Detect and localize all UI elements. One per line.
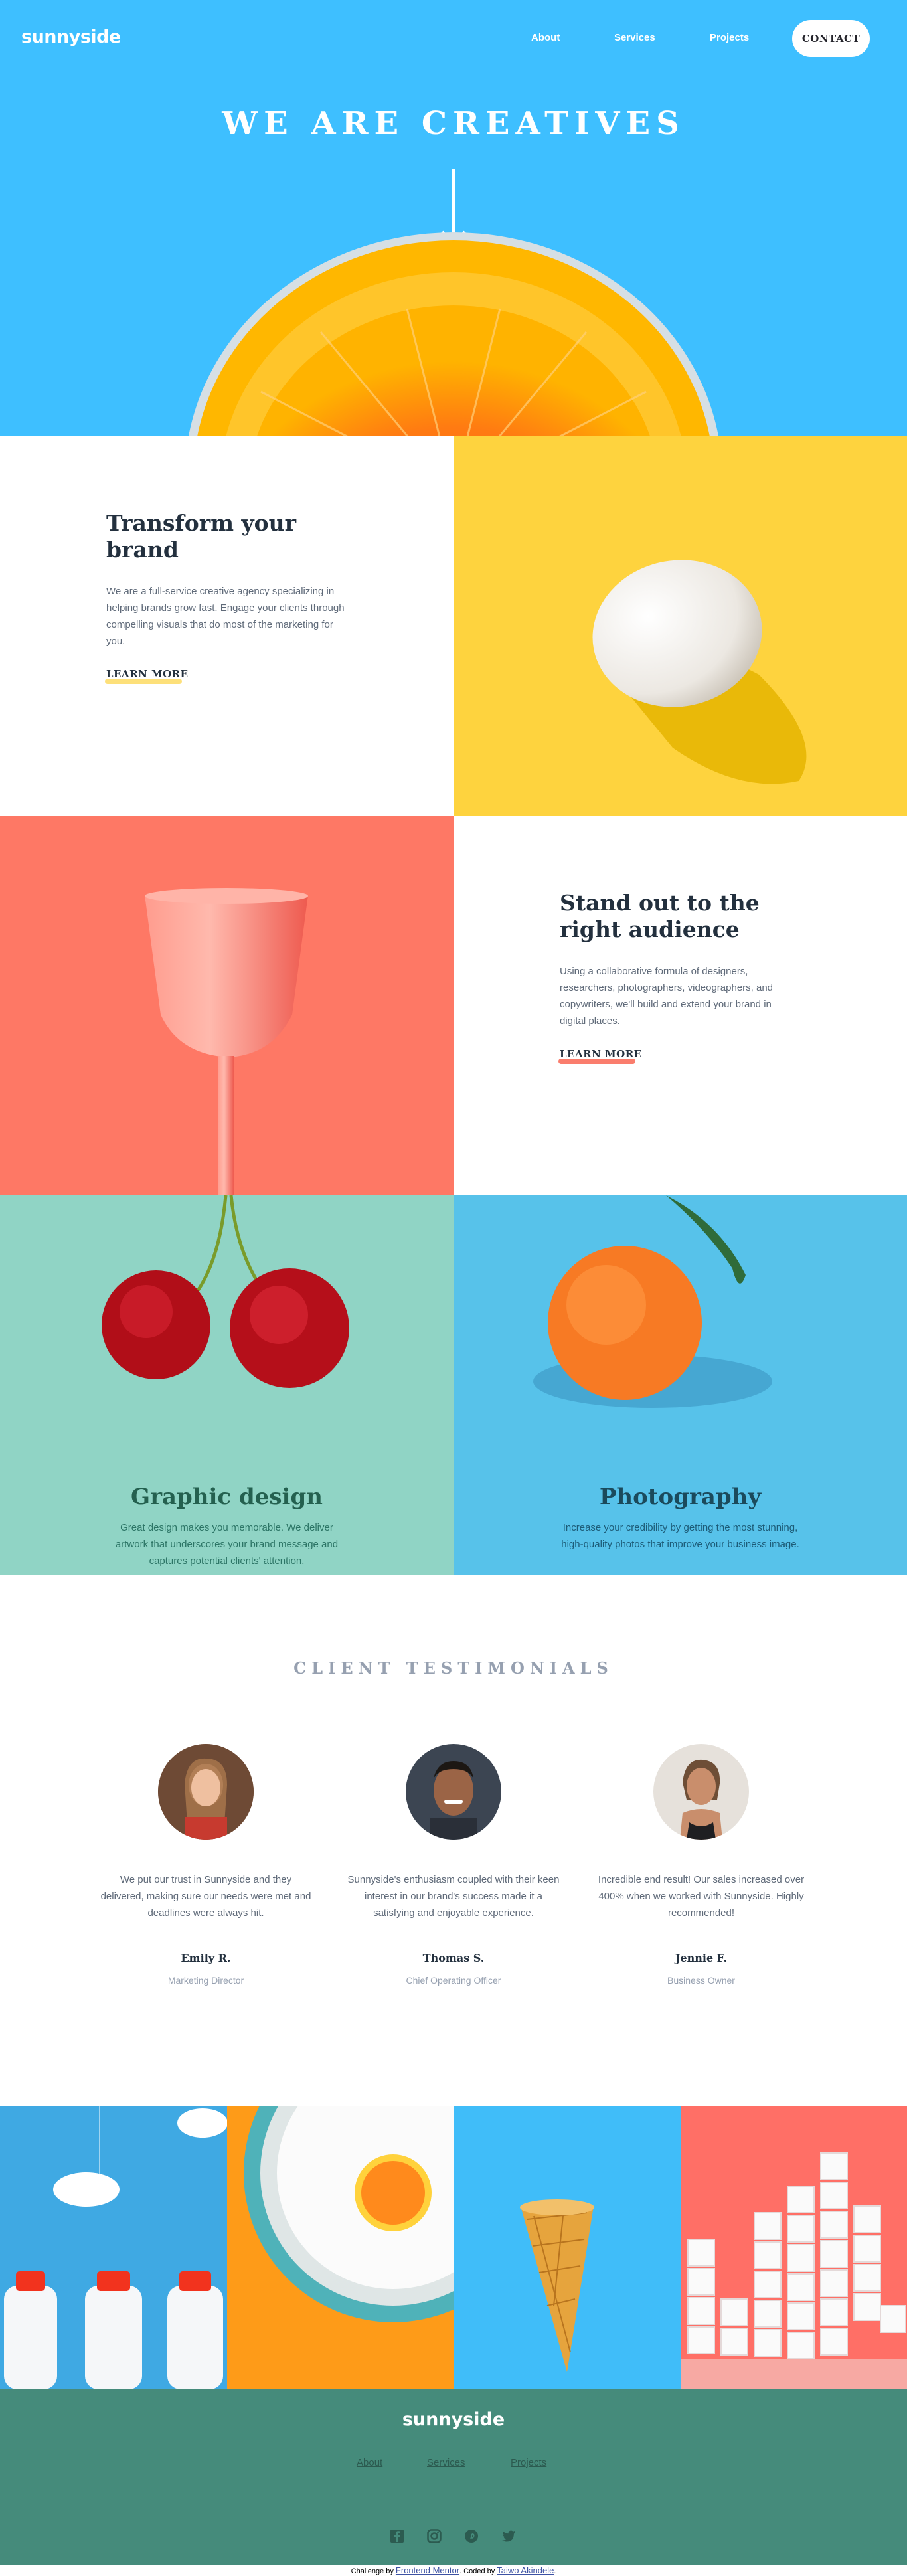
- standout-title: Stand out to the right audience: [560, 890, 760, 942]
- nav-projects-link[interactable]: Projects: [710, 32, 749, 43]
- gallery-milk-bottles-image: [0, 2106, 227, 2389]
- glass-image: [0, 816, 454, 1195]
- cherries-image: [102, 1195, 349, 1388]
- testimonial-name: Emily R.: [181, 1952, 231, 1964]
- testimonial-card: We put our trust in Sunnyside and they d…: [100, 1744, 312, 1986]
- facebook-icon[interactable]: [390, 2529, 404, 2543]
- testimonial-quote: We put our trust in Sunnyside and they d…: [100, 1874, 311, 1919]
- gallery-ice-cream-cone-image: [454, 2106, 681, 2389]
- graphic-design-section: Graphic design Great design makes you me…: [0, 1195, 454, 1575]
- orange-image: [189, 232, 718, 436]
- testimonial-name: Thomas S.: [422, 1952, 485, 1964]
- testimonial-quote: Incredible end result! Our sales increas…: [598, 1874, 805, 1919]
- attribution-middle: . Coded by: [459, 2567, 495, 2575]
- avatar: [406, 1744, 501, 1840]
- testimonial-card: Sunnyside's enthusiasm coupled with thei…: [347, 1744, 560, 1986]
- gallery-sugar-cubes-image: [681, 2106, 907, 2389]
- attribution-prefix: Challenge by: [351, 2567, 394, 2575]
- orange-fruit-image: [533, 1195, 772, 1408]
- egg-image: [454, 436, 907, 816]
- testimonial-role: Chief Operating Officer: [406, 1975, 501, 1986]
- testimonial-card: Incredible end result! Our sales increas…: [595, 1744, 807, 1986]
- hero-title: WE ARE CREATIVES: [222, 105, 685, 142]
- site-logo[interactable]: sunnyside: [21, 27, 121, 47]
- attribution: Challenge by Frontend Mentor. Coded by T…: [0, 2565, 907, 2576]
- twitter-icon[interactable]: [501, 2529, 516, 2543]
- instagram-icon[interactable]: [427, 2529, 442, 2543]
- testimonials-heading: CLIENT TESTIMONIALS: [293, 1658, 614, 1677]
- photography-section: Photography Increase your credibility by…: [454, 1195, 907, 1575]
- transform-title: Transform your brand: [106, 510, 297, 562]
- graphic-design-title: Graphic design: [131, 1484, 323, 1510]
- transform-section: Transform your brand We are a full-servi…: [0, 436, 454, 816]
- frontend-mentor-link[interactable]: Frontend Mentor: [396, 2565, 459, 2575]
- standout-section: Stand out to the right audience Using a …: [454, 816, 907, 1195]
- nav-about-link[interactable]: About: [531, 32, 560, 43]
- testimonial-role: Marketing Director: [167, 1975, 244, 1986]
- graphic-design-body: Great design makes you memorable. We del…: [115, 1522, 339, 1567]
- footer-logo[interactable]: sunnyside: [0, 2409, 907, 2430]
- pinterest-icon[interactable]: [464, 2529, 479, 2543]
- testimonial-role: Business Owner: [667, 1975, 735, 1986]
- footer-services-link[interactable]: Services: [427, 2457, 465, 2468]
- author-link[interactable]: Taiwo Akindele: [497, 2565, 554, 2575]
- avatar: [158, 1744, 254, 1840]
- transform-learn-more-link[interactable]: LEARN MORE: [106, 668, 189, 680]
- footer: sunnyside About Services Projects: [0, 2389, 907, 2565]
- nav-services-link[interactable]: Services: [614, 32, 655, 43]
- attribution-suffix: .: [554, 2567, 556, 2575]
- footer-projects-link[interactable]: Projects: [511, 2457, 546, 2468]
- gallery-orange-plate-image: [227, 2106, 454, 2389]
- photography-title: Photography: [599, 1484, 762, 1510]
- testimonial-name: Jennie F.: [675, 1952, 728, 1964]
- photography-body: Increase your credibility by getting the…: [561, 1522, 799, 1550]
- footer-about-link[interactable]: About: [357, 2457, 382, 2468]
- transform-body: We are a full-service creative agency sp…: [106, 586, 345, 647]
- standout-body: Using a collaborative formula of designe…: [560, 966, 774, 1027]
- testimonial-quote: Sunnyside's enthusiasm coupled with thei…: [347, 1874, 560, 1919]
- standout-learn-more-link[interactable]: LEARN MORE: [560, 1048, 642, 1060]
- avatar: [653, 1744, 749, 1840]
- contact-button[interactable]: CONTACT: [792, 20, 870, 57]
- hero-section: sunnyside About Services Projects CONTAC…: [0, 0, 907, 436]
